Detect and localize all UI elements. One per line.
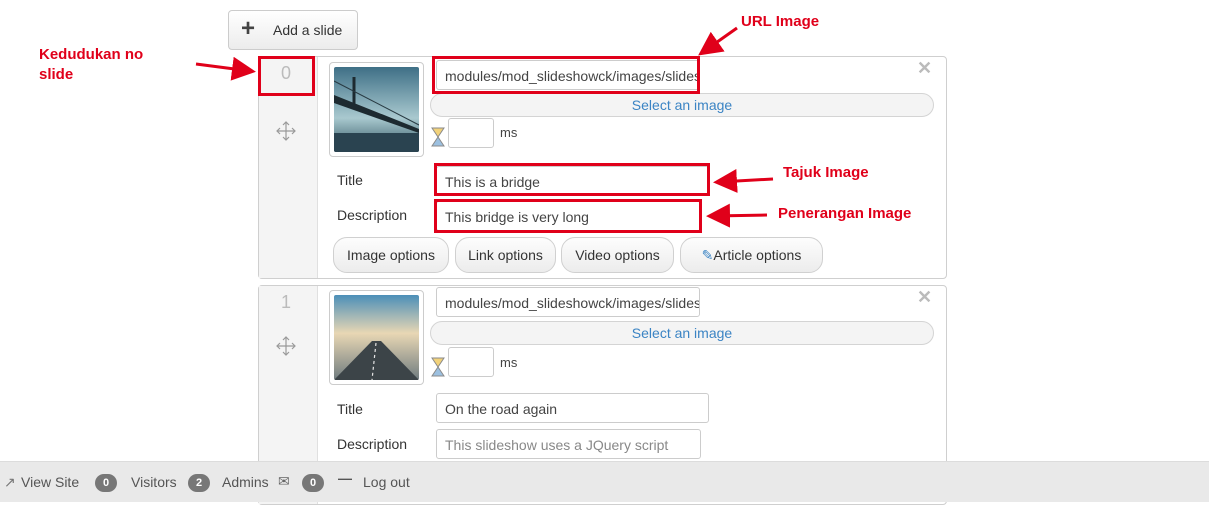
visitors-label: Visitors xyxy=(131,474,177,490)
messages-badge[interactable]: 0 xyxy=(302,473,324,492)
logout-icon: — xyxy=(338,470,352,486)
logout-link[interactable]: Log out xyxy=(363,474,410,490)
external-link-icon: ↗ xyxy=(4,474,16,490)
visitors-badge: 0 xyxy=(95,473,117,492)
mail-icon[interactable]: ✉ xyxy=(278,473,290,490)
view-site-link[interactable]: View Site xyxy=(21,474,79,490)
arrow-title xyxy=(713,169,774,193)
arrow-position xyxy=(195,56,256,81)
admins-badge: 2 xyxy=(188,473,210,492)
annotation-arrows xyxy=(195,26,774,228)
arrow-description xyxy=(706,203,768,228)
admin-status-bar: ↗ View Site 0 Visitors 2 Admins ✉ 0 — Lo… xyxy=(0,461,1209,502)
admins-label: Admins xyxy=(222,474,269,490)
arrow-url xyxy=(698,26,738,56)
